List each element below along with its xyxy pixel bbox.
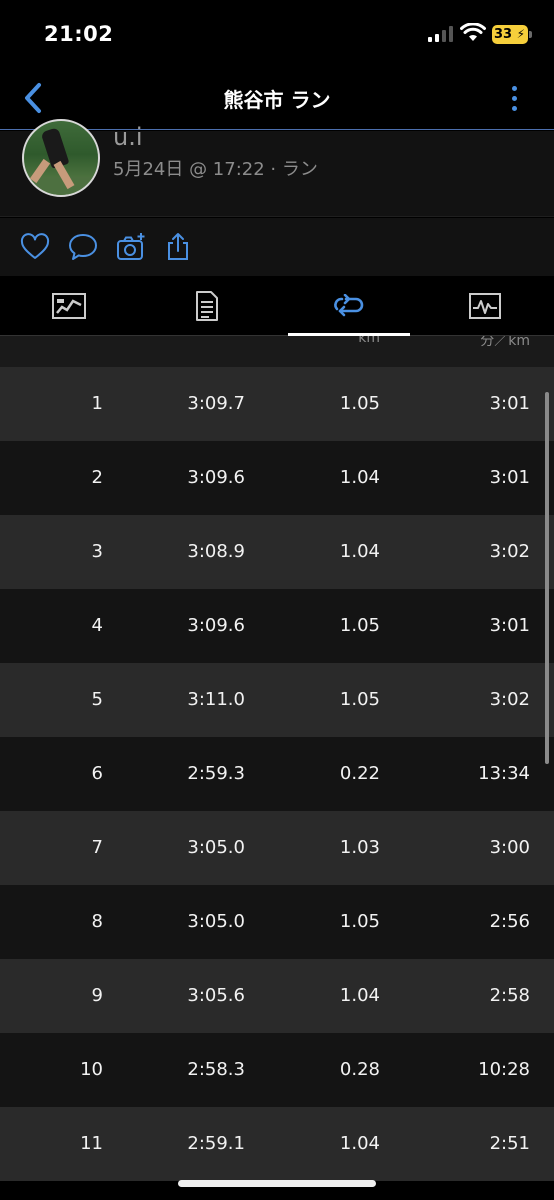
lap-number: 9 xyxy=(91,985,103,1006)
lap-number: 10 xyxy=(80,1059,103,1080)
lap-distance: 1.04 xyxy=(339,467,380,488)
heart-icon[interactable] xyxy=(20,232,50,262)
table-row[interactable]: 10 2:58.3 0.28 10:28 xyxy=(0,1033,554,1107)
lap-distance: 0.22 xyxy=(339,763,380,784)
table-row[interactable]: 2 3:09.6 1.04 3:01 xyxy=(0,441,554,515)
user-name[interactable]: u.i xyxy=(113,123,143,151)
table-row[interactable]: 4 3:09.6 1.05 3:01 xyxy=(0,589,554,663)
comment-icon[interactable] xyxy=(68,232,98,262)
lap-distance: 1.05 xyxy=(339,393,380,414)
distance-unit-header: km xyxy=(358,336,380,346)
wifi-icon xyxy=(460,23,486,41)
lap-pace: 10:28 xyxy=(478,1059,530,1080)
lap-distance: 1.04 xyxy=(339,1133,380,1154)
table-header: km 分／km xyxy=(0,336,554,367)
lap-time: 3:05.6 xyxy=(187,985,245,1006)
battery-nub xyxy=(529,31,532,38)
lap-distance: 0.28 xyxy=(339,1059,380,1080)
charging-bolt-icon: ⚡ xyxy=(516,27,525,41)
table-row[interactable]: 1 3:09.7 1.05 3:01 xyxy=(0,367,554,441)
more-dot-icon xyxy=(511,85,517,91)
lap-number: 1 xyxy=(91,393,103,414)
nav-bar: 熊谷市 ラン xyxy=(0,70,554,130)
lap-pace: 3:02 xyxy=(489,689,530,710)
table-row[interactable]: 8 3:05.0 1.05 2:56 xyxy=(0,885,554,959)
lap-number: 6 xyxy=(91,763,103,784)
table-row[interactable]: 3 3:08.9 1.04 3:02 xyxy=(0,515,554,589)
lap-distance: 1.04 xyxy=(339,985,380,1006)
battery-indicator: 33 ⚡ xyxy=(492,25,528,44)
more-dot-icon xyxy=(511,95,517,101)
lap-number: 7 xyxy=(91,837,103,858)
lap-pace: 2:56 xyxy=(489,911,530,932)
battery-level: 33 xyxy=(494,27,513,42)
lap-time: 3:11.0 xyxy=(187,689,245,710)
lap-number: 3 xyxy=(91,541,103,562)
lap-pace: 13:34 xyxy=(478,763,530,784)
action-bar xyxy=(0,218,554,276)
lap-pace: 3:01 xyxy=(489,467,530,488)
lap-pace: 3:01 xyxy=(489,615,530,636)
lap-number: 11 xyxy=(80,1133,103,1154)
add-photo-icon[interactable] xyxy=(116,232,146,262)
map-chart-icon xyxy=(52,293,86,319)
tab-overview[interactable] xyxy=(0,276,138,336)
table-row[interactable]: 6 2:59.3 0.22 13:34 xyxy=(0,737,554,811)
lap-pace: 3:02 xyxy=(489,541,530,562)
avatar[interactable] xyxy=(22,119,100,197)
activity-meta: 5月24日 @ 17:22 · ラン xyxy=(113,159,318,180)
lap-number: 4 xyxy=(91,615,103,636)
lap-distance: 1.05 xyxy=(339,911,380,932)
laps-table: 1 3:09.7 1.05 3:01 2 3:09.6 1.04 3:01 3 3:08.9 1.0… xyxy=(0,367,554,1181)
status-bar: 21:02 33 ⚡ xyxy=(0,0,554,70)
lap-pace: 2:51 xyxy=(489,1133,530,1154)
tab-stats[interactable] xyxy=(416,276,554,336)
activity-graph-icon xyxy=(469,293,501,319)
lap-time: 2:58.3 xyxy=(187,1059,245,1080)
tab-details[interactable] xyxy=(138,276,276,336)
more-options-button[interactable] xyxy=(500,80,528,116)
lap-pace: 2:58 xyxy=(489,985,530,1006)
tab-laps[interactable] xyxy=(288,276,410,336)
lap-time: 2:59.1 xyxy=(187,1133,245,1154)
cellular-signal-icon xyxy=(428,26,453,42)
pace-unit-header: 分／km xyxy=(480,336,530,349)
lap-time: 3:05.0 xyxy=(187,911,245,932)
laps-loop-icon xyxy=(334,294,364,317)
lap-pace: 3:00 xyxy=(489,837,530,858)
lap-number: 8 xyxy=(91,911,103,932)
document-icon xyxy=(196,291,218,321)
table-row[interactable]: 5 3:11.0 1.05 3:02 xyxy=(0,663,554,737)
table-row[interactable]: 9 3:05.6 1.04 2:58 xyxy=(0,959,554,1033)
lap-number: 2 xyxy=(91,467,103,488)
status-time: 21:02 xyxy=(44,22,114,46)
share-icon[interactable] xyxy=(163,232,193,262)
tab-bar xyxy=(0,276,554,336)
page-title: 熊谷市 ラン xyxy=(223,88,331,112)
activity-header: u.i 5月24日 @ 17:22 · ラン xyxy=(0,119,554,217)
lap-pace: 3:01 xyxy=(489,393,530,414)
lap-distance: 1.05 xyxy=(339,615,380,636)
lap-distance: 1.03 xyxy=(339,837,380,858)
more-dot-icon xyxy=(511,105,517,111)
scrollbar[interactable] xyxy=(545,392,549,764)
lap-distance: 1.04 xyxy=(339,541,380,562)
lap-time: 3:05.0 xyxy=(187,837,245,858)
lap-time: 2:59.3 xyxy=(187,763,245,784)
lap-time: 3:08.9 xyxy=(187,541,245,562)
lap-distance: 1.05 xyxy=(339,689,380,710)
lap-time: 3:09.7 xyxy=(187,393,245,414)
lap-time: 3:09.6 xyxy=(187,467,245,488)
home-indicator[interactable] xyxy=(178,1180,376,1187)
lap-number: 5 xyxy=(91,689,103,710)
lap-time: 3:09.6 xyxy=(187,615,245,636)
table-row[interactable]: 7 3:05.0 1.03 3:00 xyxy=(0,811,554,885)
table-row[interactable]: 11 2:59.1 1.04 2:51 xyxy=(0,1107,554,1181)
